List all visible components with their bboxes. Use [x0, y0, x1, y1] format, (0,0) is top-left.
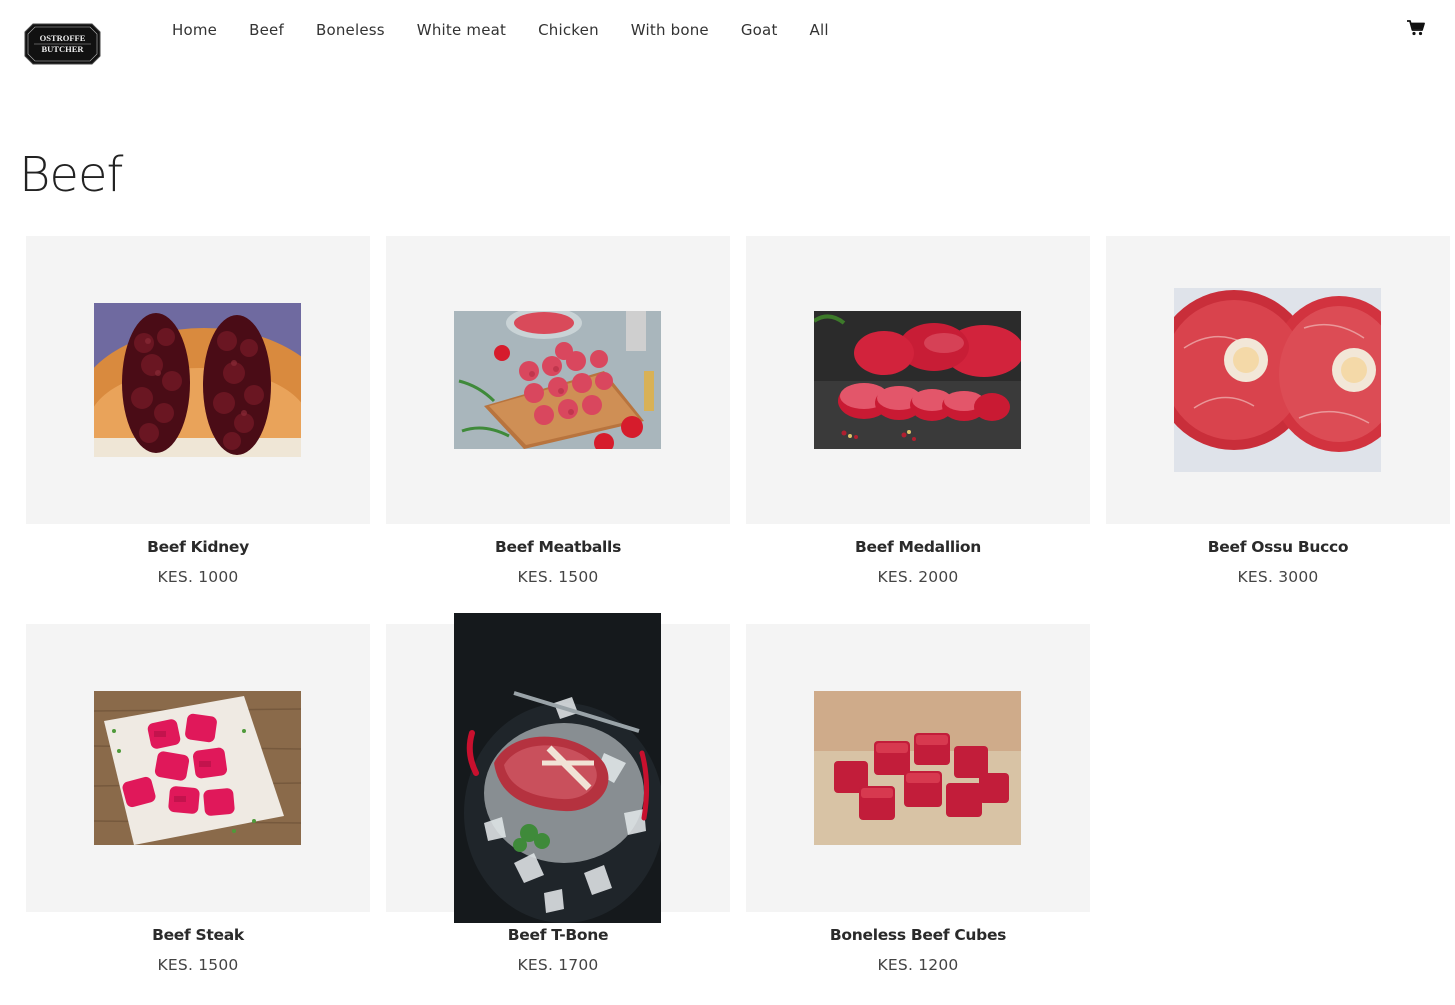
product-image-tile[interactable] [1106, 236, 1450, 524]
brand-logo[interactable]: OSTROFFE BUTCHER [23, 22, 102, 66]
nav-item-with-bone[interactable]: With bone [631, 19, 709, 41]
product-price: KES. 1500 [517, 568, 599, 586]
product-price: KES. 1000 [157, 568, 239, 586]
product-name[interactable]: Boneless Beef Cubes [746, 926, 1090, 944]
product-image-tile[interactable] [746, 624, 1090, 912]
nav-item-home[interactable]: Home [172, 19, 217, 41]
beef-kidney-photo [94, 303, 301, 457]
product-card: Beef Kidney KES. 1000 [26, 236, 370, 596]
shopping-cart-icon[interactable] [1407, 20, 1425, 36]
product-name[interactable]: Beef Medallion [746, 538, 1090, 556]
nav-item-beef[interactable]: Beef [249, 19, 284, 41]
product-price: KES. 1200 [877, 956, 959, 974]
brand-line1: OSTROFFE [40, 33, 86, 43]
brand-line2: BUTCHER [41, 44, 84, 54]
beef-cubes-photo [814, 691, 1021, 845]
product-card: Boneless Beef Cubes KES. 1200 [746, 624, 1090, 984]
product-price: KES. 1500 [157, 956, 239, 974]
product-name[interactable]: Beef Kidney [26, 538, 370, 556]
nav-item-chicken[interactable]: Chicken [538, 19, 599, 41]
product-card: Beef Medallion KES. 2000 [746, 236, 1090, 596]
nav-item-goat[interactable]: Goat [741, 19, 778, 41]
beef-t-bone-photo [454, 613, 661, 923]
beef-steak-photo [94, 691, 301, 845]
main-nav: Home Beef Boneless White meat Chicken Wi… [172, 19, 861, 41]
product-image-tile[interactable] [26, 624, 370, 912]
nav-item-white-meat[interactable]: White meat [417, 19, 506, 41]
product-name[interactable]: Beef T-Bone [386, 926, 730, 944]
product-image-tile[interactable] [746, 236, 1090, 524]
product-image-tile[interactable] [26, 236, 370, 524]
product-name[interactable]: Beef Ossu Bucco [1106, 538, 1450, 556]
product-card: Beef Steak KES. 1500 [26, 624, 370, 984]
product-price: KES. 1700 [517, 956, 599, 974]
product-image-tile[interactable] [386, 236, 730, 524]
product-card: Beef Ossu Bucco KES. 3000 [1106, 236, 1450, 596]
nav-item-all[interactable]: All [810, 19, 829, 41]
product-price: KES. 3000 [1237, 568, 1319, 586]
page-title: Beef [19, 147, 123, 203]
beef-medallion-photo [814, 311, 1021, 449]
product-name[interactable]: Beef Meatballs [386, 538, 730, 556]
product-name[interactable]: Beef Steak [26, 926, 370, 944]
product-card: Beef Meatballs KES. 1500 [386, 236, 730, 596]
nav-item-boneless[interactable]: Boneless [316, 19, 385, 41]
beef-ossu-bucco-photo [1174, 288, 1381, 472]
beef-meatballs-photo [454, 311, 661, 449]
product-price: KES. 2000 [877, 568, 959, 586]
